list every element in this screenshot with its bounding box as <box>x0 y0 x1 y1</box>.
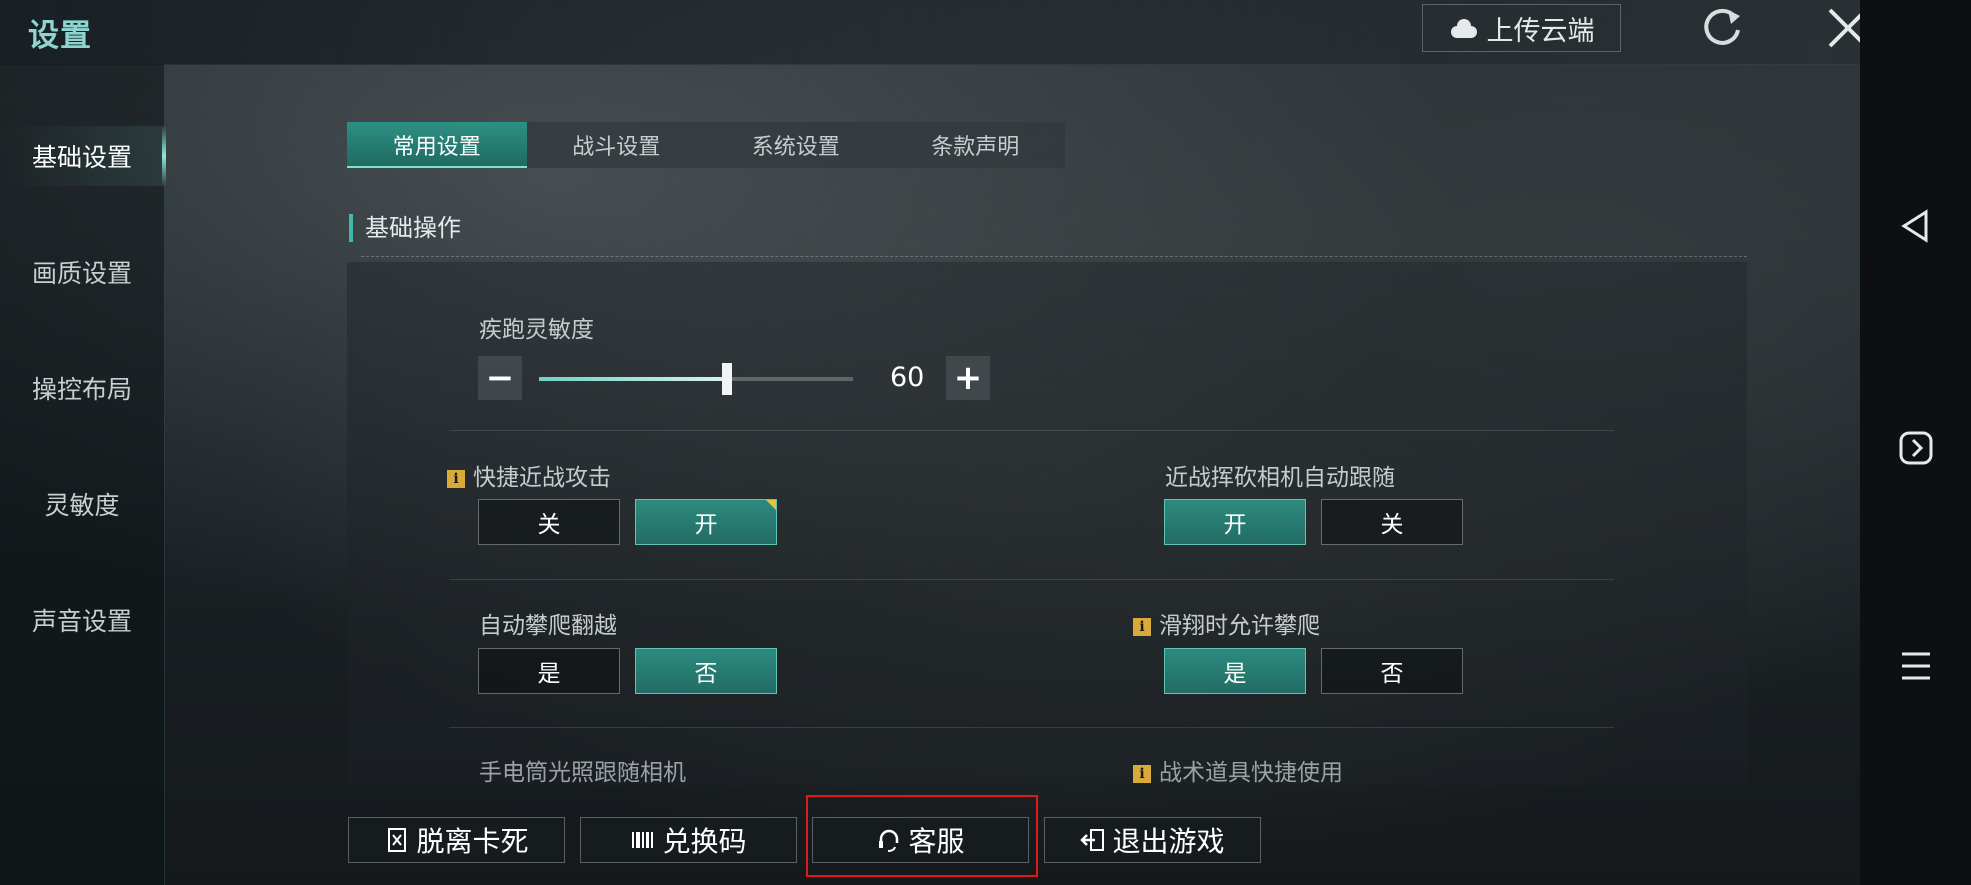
recommended-corner-mark <box>766 500 776 510</box>
sidebar-item-audio[interactable]: 声音设置 <box>0 590 164 650</box>
row-divider <box>449 579 1614 580</box>
upload-cloud-label: 上传云端 <box>1486 15 1595 47</box>
menu-icon[interactable] <box>1896 646 1936 686</box>
quick-melee-on-label: 开 <box>694 512 718 538</box>
glide-climb-yes-button[interactable]: 是 <box>1164 648 1306 694</box>
exit-icon <box>1080 829 1105 851</box>
info-icon[interactable]: i <box>1133 618 1151 636</box>
row-divider <box>449 727 1614 728</box>
exit-game-label: 退出游戏 <box>1112 825 1225 858</box>
unstuck-label: 脱离卡死 <box>416 825 529 858</box>
tab-common[interactable]: 常用设置 <box>347 122 527 168</box>
redeem-code-label: 兑换码 <box>662 825 747 858</box>
settings-tabs: 常用设置 战斗设置 系统设置 条款声明 <box>347 122 1065 168</box>
melee-camera-follow-label: 近战挥砍相机自动跟随 <box>1165 465 1395 491</box>
tab-terms[interactable]: 条款声明 <box>886 122 1066 168</box>
tab-combat[interactable]: 战斗设置 <box>527 122 707 168</box>
back-icon[interactable] <box>1896 206 1936 246</box>
slider-thumb[interactable] <box>722 363 733 395</box>
sidebar-item-controls[interactable]: 操控布局 <box>0 358 164 418</box>
auto-climb-no-button[interactable]: 否 <box>635 648 777 694</box>
tab-system[interactable]: 系统设置 <box>706 122 886 168</box>
increase-button[interactable]: + <box>946 356 990 400</box>
quick-melee-off-button[interactable]: 关 <box>478 499 620 545</box>
melee-camera-follow-off-button[interactable]: 关 <box>1321 499 1463 545</box>
unstuck-icon <box>388 828 407 852</box>
row-divider <box>449 430 1614 431</box>
info-icon[interactable]: i <box>1133 765 1151 783</box>
top-bar: 设置 上传云端 <box>0 0 1868 65</box>
exit-game-button[interactable]: 退出游戏 <box>1044 817 1261 863</box>
expand-panel-icon[interactable] <box>1896 428 1936 468</box>
quick-melee-on-button[interactable]: 开 <box>635 499 777 545</box>
sidebar-item-graphics[interactable]: 画质设置 <box>0 242 164 302</box>
sidebar-item-sensitivity[interactable]: 灵敏度 <box>0 474 164 534</box>
sprint-sensitivity-label: 疾跑灵敏度 <box>479 317 594 343</box>
glide-climb-label: i 滑翔时允许攀爬 <box>1133 606 1320 640</box>
tactical-quick-use-label-text: 战术道具快捷使用 <box>1159 760 1343 786</box>
info-icon[interactable]: i <box>447 470 465 488</box>
sidebar: 基础设置 画质设置 操控布局 灵敏度 声音设置 <box>0 64 166 885</box>
slider-fill <box>539 377 728 381</box>
auto-climb-label: 自动攀爬翻越 <box>479 613 617 639</box>
tactical-quick-use-label: i 战术道具快捷使用 <box>1133 753 1343 787</box>
refresh-icon[interactable] <box>1698 4 1746 52</box>
section-title: 基础操作 <box>349 214 461 242</box>
quick-melee-label-text: 快捷近战攻击 <box>473 465 611 491</box>
slider-value: 60 <box>890 362 925 393</box>
glide-climb-no-button[interactable]: 否 <box>1321 648 1463 694</box>
unstuck-button[interactable]: 脱离卡死 <box>348 817 565 863</box>
sprint-sensitivity-slider[interactable] <box>539 363 853 395</box>
barcode-icon <box>632 832 654 848</box>
section-divider <box>361 256 1747 257</box>
redeem-code-button[interactable]: 兑换码 <box>580 817 797 863</box>
cloud-icon <box>1449 18 1479 38</box>
selection-highlight-box <box>806 795 1038 877</box>
sidebar-item-basic[interactable]: 基础设置 <box>0 126 166 186</box>
melee-camera-follow-on-button[interactable]: 开 <box>1164 499 1306 545</box>
decrease-button[interactable]: − <box>478 356 522 400</box>
upload-cloud-button[interactable]: 上传云端 <box>1422 4 1621 52</box>
quick-melee-label: i 快捷近战攻击 <box>447 458 611 492</box>
page-title: 设置 <box>28 18 92 54</box>
auto-climb-yes-button[interactable]: 是 <box>478 648 620 694</box>
flashlight-follow-label: 手电筒光照跟随相机 <box>479 760 686 786</box>
glide-climb-label-text: 滑翔时允许攀爬 <box>1159 613 1320 639</box>
